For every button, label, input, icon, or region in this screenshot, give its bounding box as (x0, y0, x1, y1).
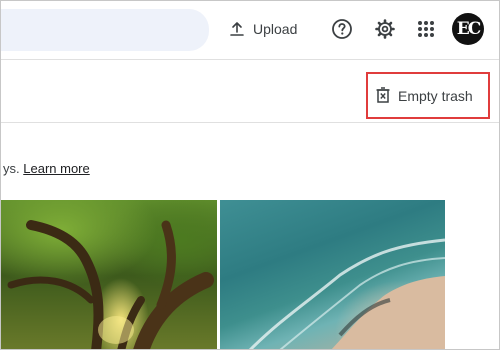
upload-button[interactable]: Upload (229, 15, 297, 43)
forest-tree-photo[interactable] (1, 200, 217, 349)
settings-gear-icon[interactable] (371, 15, 399, 43)
upload-icon (229, 21, 245, 37)
apps-grid-icon[interactable] (412, 15, 440, 43)
action-row: Empty trash (1, 60, 499, 122)
top-bar: Upload EC (1, 1, 499, 59)
empty-trash-button[interactable]: Empty trash (376, 83, 473, 109)
ocean-beach-photo[interactable] (220, 200, 445, 349)
app-window: Upload EC Empty trash ys. Learn more (0, 0, 500, 350)
learn-more-link[interactable]: Learn more (23, 161, 89, 176)
empty-trash-label: Empty trash (398, 88, 473, 104)
info-text: ys. (3, 161, 20, 176)
tree-image-art (7, 220, 214, 349)
help-icon[interactable] (328, 15, 356, 43)
search-input[interactable] (1, 9, 209, 51)
beach-image-art (248, 238, 445, 349)
trash-info-text: ys. Learn more (3, 161, 90, 176)
upload-label: Upload (253, 21, 298, 37)
trash-icon (376, 86, 390, 106)
divider (1, 122, 499, 123)
avatar[interactable]: EC (452, 13, 484, 45)
